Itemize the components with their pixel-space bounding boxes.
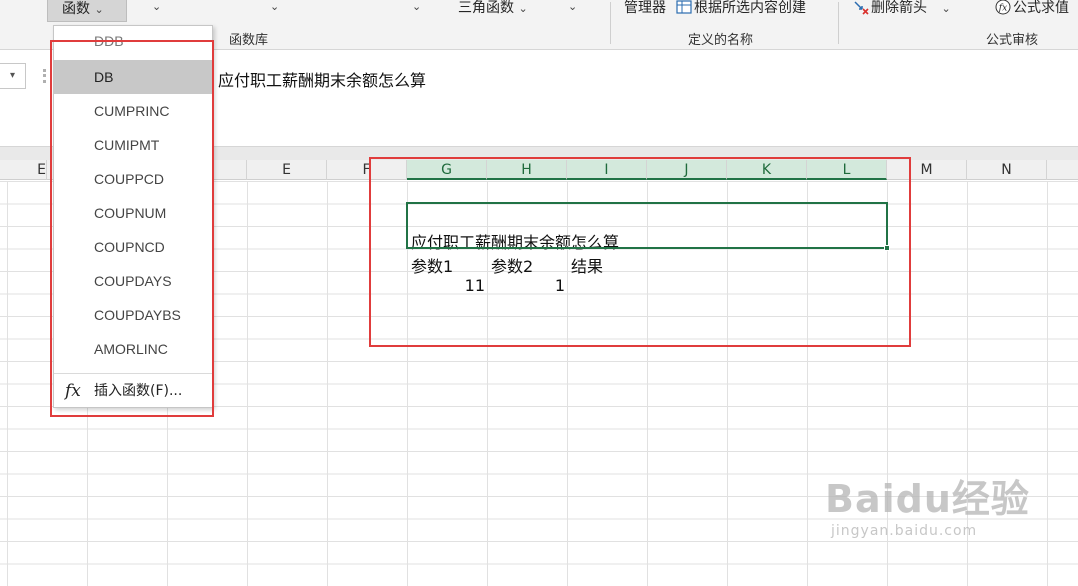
- remove-arrows-label: 删除箭头: [871, 0, 927, 16]
- chevron-down-icon[interactable]: ⌄: [270, 0, 279, 13]
- formula-bar-input[interactable]: 应付职工薪酬期末余额怎么算: [218, 67, 426, 91]
- formula-auditing-group-label: 公式审核: [986, 33, 1039, 48]
- remove-arrows-icon: [854, 1, 869, 15]
- annotation-box-sheet: [369, 157, 911, 347]
- function-menu-label: 函数: [62, 1, 90, 17]
- evaluate-formula-label: 公式求值: [1013, 0, 1069, 16]
- group-separator: [838, 2, 839, 44]
- annotation-box-menu: [50, 40, 214, 417]
- chevron-down-icon: ⌄: [94, 3, 104, 16]
- chevron-down-icon[interactable]: ⌄: [152, 0, 161, 13]
- chevron-down-icon: ⌄: [518, 2, 528, 15]
- create-from-selection-label: 根据所选内容创建: [694, 0, 806, 16]
- function-menu-button[interactable]: 函数 ⌄: [47, 0, 127, 22]
- baidu-watermark: Baidu经验 jingyan.baidu.com: [825, 468, 1030, 539]
- function-library-group-label: 函数库: [229, 33, 269, 48]
- defined-names-group-label: 定义的名称: [688, 33, 754, 48]
- column-header[interactable]: [1047, 160, 1078, 180]
- name-box-dropdown[interactable]: ▾: [0, 63, 26, 89]
- column-header[interactable]: E: [247, 160, 327, 180]
- create-from-selection-icon: [676, 0, 692, 14]
- remove-arrows-button[interactable]: 删除箭头 ⌄: [853, 0, 951, 17]
- trig-functions-button[interactable]: 三角函数 ⌄: [458, 0, 528, 17]
- evaluate-formula-icon: fx: [995, 0, 1011, 15]
- chevron-down-icon[interactable]: ⌄: [568, 0, 577, 13]
- evaluate-formula-button[interactable]: fx 公式求值: [995, 0, 1069, 17]
- create-from-selection-button[interactable]: 根据所选内容创建: [676, 0, 806, 17]
- name-manager-button[interactable]: 管理器: [624, 0, 666, 17]
- chevron-down-icon: ⌄: [941, 2, 951, 15]
- column-header[interactable]: N: [967, 160, 1047, 180]
- svg-text:fx: fx: [998, 4, 1007, 14]
- column-header[interactable]: E: [0, 160, 47, 180]
- formula-bar-grip[interactable]: [43, 69, 46, 83]
- watermark-main-text: Baidu经验: [825, 477, 1030, 521]
- chevron-down-icon[interactable]: ⌄: [412, 0, 421, 13]
- watermark-sub-text: jingyan.baidu.com: [831, 523, 978, 539]
- trig-functions-label: 三角函数: [458, 0, 514, 16]
- group-separator: [610, 2, 611, 44]
